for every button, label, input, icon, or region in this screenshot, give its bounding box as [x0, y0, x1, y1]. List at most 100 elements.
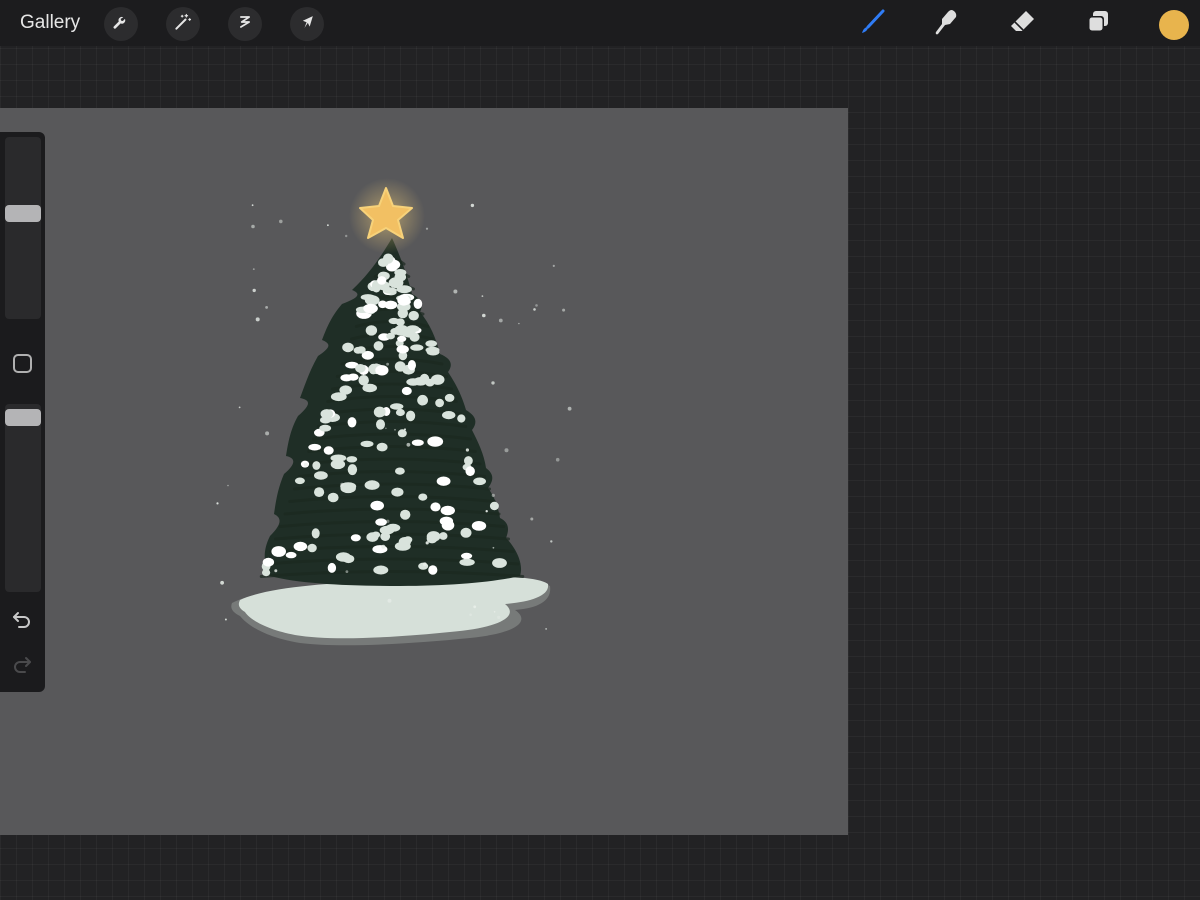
layers-button[interactable]	[1081, 7, 1115, 41]
sparkle-dot	[394, 428, 396, 431]
sparkle-dot	[381, 544, 386, 549]
snow-dab	[464, 456, 473, 466]
sparkle-dot	[345, 234, 348, 238]
brush-size-slider-thumb[interactable]	[5, 204, 41, 222]
snow-dab	[413, 298, 423, 309]
sparkle-dot	[469, 613, 472, 616]
snow-dab	[262, 557, 275, 567]
sparkle-dot	[425, 541, 429, 545]
sparkle-dot	[491, 381, 495, 385]
snow-dab	[430, 502, 441, 512]
snow-dab	[400, 509, 411, 520]
snow-dab	[371, 531, 381, 539]
sparkle-dot	[252, 268, 255, 270]
snow-dab	[440, 505, 455, 516]
eraser-tool-button[interactable]	[1005, 7, 1039, 41]
arrow-cursor-icon	[297, 12, 317, 37]
adjustments-button[interactable]	[166, 7, 200, 41]
gallery-button[interactable]: Gallery	[20, 12, 80, 34]
sparkle-dot	[530, 517, 534, 521]
snow-dab	[492, 558, 507, 568]
snow-dab	[411, 439, 424, 446]
sparkle-dot	[493, 611, 496, 613]
snow-dab	[435, 398, 444, 408]
snow-dab	[390, 403, 404, 410]
snow-dab	[314, 487, 325, 497]
snow-dab	[319, 424, 332, 432]
snow-dab	[460, 527, 472, 538]
snow-dab	[425, 340, 438, 347]
snow-dab	[372, 282, 381, 293]
selection-button[interactable]	[228, 7, 262, 41]
snow-dab	[346, 456, 358, 463]
snow-dab	[439, 516, 454, 526]
snow-dab	[473, 477, 486, 486]
snow-dab	[314, 471, 328, 480]
snow-dab	[394, 361, 406, 372]
sparkle-dot	[422, 562, 427, 567]
snow-dab	[397, 335, 407, 342]
snow-dab	[355, 364, 366, 373]
snow-dab	[419, 373, 430, 384]
snow-dab	[425, 346, 440, 354]
undo-button[interactable]	[10, 607, 34, 631]
snow-dab	[396, 345, 409, 354]
snow-dab	[271, 546, 287, 557]
snow-dab	[382, 287, 397, 294]
snow-dab	[347, 417, 357, 428]
snow-dab	[379, 525, 395, 535]
modify-button[interactable]	[13, 354, 32, 373]
sparkle-dot	[504, 448, 509, 453]
transform-button[interactable]	[290, 7, 324, 41]
snow-dab	[457, 414, 466, 423]
brush-icon	[857, 7, 887, 42]
snow-dab	[386, 332, 395, 340]
snow-dab	[396, 285, 412, 294]
sparkle-dot	[491, 493, 495, 497]
christmas-tree-artwork	[216, 178, 572, 646]
smudge-tool-button[interactable]	[929, 7, 963, 41]
sparkle-dot	[251, 224, 255, 229]
snow-dab	[382, 253, 394, 264]
sparkle-dot	[482, 313, 486, 318]
sparkle-dot	[498, 318, 503, 323]
brush-tool-button[interactable]	[855, 7, 889, 41]
snow-dab	[375, 365, 389, 376]
color-picker-button[interactable]	[1159, 10, 1189, 40]
snow-dab	[391, 487, 404, 497]
sparkle-dot	[473, 605, 477, 609]
drawing-canvas[interactable]	[0, 108, 848, 835]
snow-dab	[370, 500, 385, 511]
snow-dab	[430, 374, 445, 385]
snow-dab	[465, 466, 475, 477]
sparkle-dot	[279, 219, 283, 224]
eraser-icon	[1007, 7, 1037, 42]
sparkle-dot	[481, 295, 484, 297]
snow-dab	[293, 541, 308, 552]
sparkle-dot	[303, 462, 308, 467]
snow-dab	[402, 329, 416, 338]
redo-icon	[10, 657, 34, 680]
sparkle-dot	[562, 308, 566, 312]
sparkle-dot	[404, 428, 406, 431]
opacity-slider-thumb[interactable]	[5, 408, 41, 426]
sparkle-dot	[497, 615, 501, 619]
snow-dab	[360, 440, 374, 448]
snow-dab	[347, 373, 359, 381]
snow-dab	[394, 269, 407, 277]
snow-dab	[320, 409, 334, 419]
actions-button[interactable]	[104, 7, 138, 41]
snow-dab	[407, 360, 416, 371]
snow-dab	[398, 537, 411, 547]
snow-dab	[400, 299, 411, 305]
undo-icon	[10, 612, 34, 635]
sparkle-dot	[567, 406, 572, 411]
sparkle-dot	[533, 308, 536, 311]
opacity-slider[interactable]	[5, 404, 41, 592]
brush-size-slider[interactable]	[5, 137, 41, 319]
snow-dab	[308, 443, 322, 451]
snow-dab	[373, 565, 389, 575]
redo-button[interactable]	[10, 652, 34, 676]
sparkle-dot	[386, 362, 389, 366]
snow-dab	[330, 454, 347, 462]
